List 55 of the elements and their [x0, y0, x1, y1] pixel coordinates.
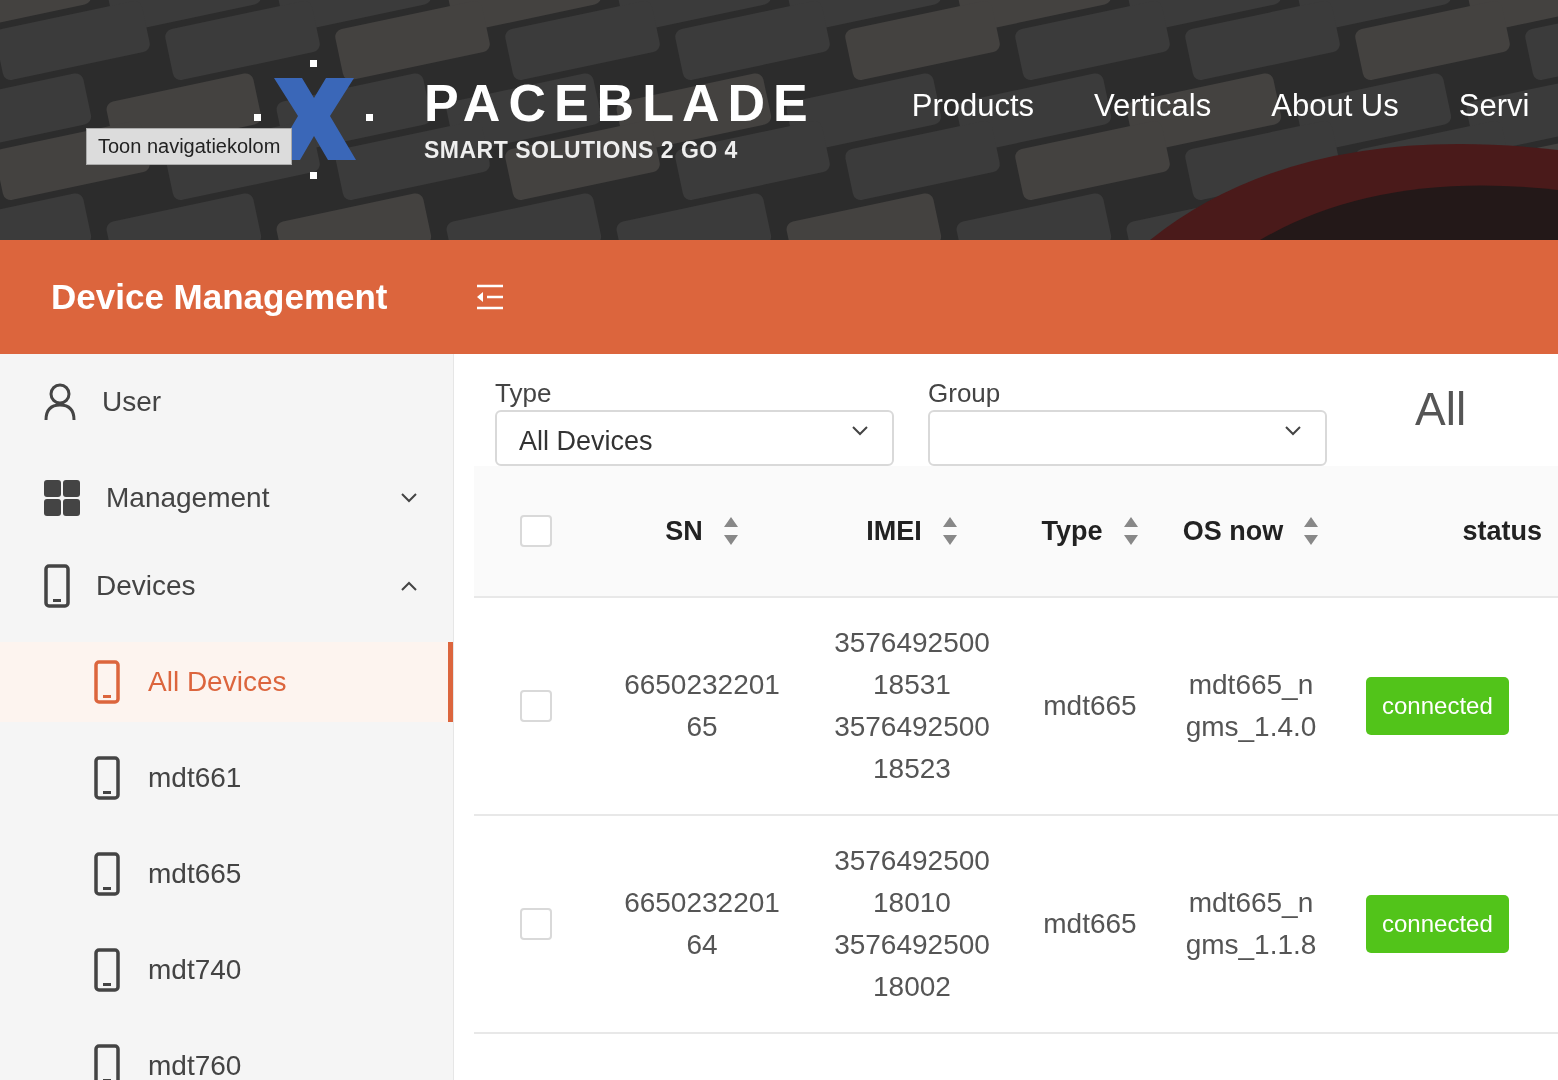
sidebar-subitem[interactable]: mdt661 — [0, 738, 453, 818]
nav-link[interactable]: Verticals — [1094, 88, 1212, 124]
logo-tagline: SMART SOLUTIONS 2 GO 4 — [424, 136, 739, 164]
phone-icon — [94, 660, 120, 704]
menu-fold-icon[interactable] — [475, 284, 505, 310]
sort-icon[interactable] — [722, 517, 739, 545]
select-field[interactable] — [928, 409, 1327, 466]
sort-icon[interactable] — [941, 517, 958, 545]
sidebar-subitem[interactable]: mdt740 — [0, 930, 453, 1010]
sidebar-item[interactable]: Devices — [0, 546, 453, 626]
select-field[interactable]: All Devices — [495, 409, 894, 466]
sidebar-subitem[interactable]: mdt760 — [0, 1026, 453, 1080]
checkbox[interactable] — [520, 515, 552, 547]
sort-icon[interactable] — [1303, 517, 1320, 545]
table-cell-text: 3576492500 18010 3576492500 18002 — [834, 844, 990, 1004]
checkbox[interactable] — [520, 690, 552, 722]
nav-link[interactable]: About Us — [1271, 88, 1399, 124]
table-cell-text: mdt665_n gms_1.4.0 — [1185, 668, 1317, 744]
phone-icon — [94, 756, 120, 800]
app-title: Device Management — [51, 277, 389, 317]
chevron-down-icon — [401, 493, 417, 503]
nav-link[interactable]: Products — [911, 88, 1035, 124]
checkbox[interactable] — [520, 908, 552, 940]
phone-icon — [94, 948, 120, 992]
table-cell-text: 6650232201 65 — [624, 668, 780, 744]
grid-icon — [44, 480, 80, 516]
column-header: OS now — [1182, 515, 1284, 547]
sidebar-item[interactable]: User — [0, 354, 453, 450]
column-header: IMEI — [866, 515, 922, 547]
phone-icon — [94, 1044, 120, 1080]
summary-heading: All — [1415, 382, 1467, 437]
phone-icon — [94, 852, 120, 896]
user-icon — [44, 383, 76, 421]
chevron-up-icon — [401, 581, 417, 591]
column-header: Type — [1041, 515, 1103, 547]
sort-icon[interactable] — [1122, 517, 1139, 545]
sidebar-subitem[interactable]: mdt665 — [0, 834, 453, 914]
filter-label: Group — [928, 378, 1002, 410]
chevron-down-icon — [852, 425, 868, 436]
table-cell-text: 3576492500 18531 3576492500 18523 — [834, 626, 990, 786]
status-tag: connected — [1366, 895, 1509, 953]
filter-label: Type — [495, 378, 553, 410]
tooltip: Toon navigatiekolom — [86, 128, 293, 165]
table-cell-text: 6650232201 64 — [624, 886, 780, 962]
logo-wordmark: PACEBLADE — [424, 76, 816, 129]
nav-link[interactable]: Servi — [1458, 88, 1530, 124]
status-tag: connected — [1366, 677, 1509, 735]
table-cell-text: mdt665_n gms_1.1.8 — [1185, 886, 1317, 962]
column-header: SN — [665, 515, 703, 547]
chevron-down-icon — [1285, 425, 1301, 436]
phone-icon — [44, 564, 70, 608]
sidebar-item[interactable]: Management — [0, 450, 453, 546]
column-header: status — [1462, 515, 1542, 547]
table-cell-text: mdt665 — [1043, 907, 1137, 941]
table-cell-text: mdt665 — [1043, 689, 1137, 723]
